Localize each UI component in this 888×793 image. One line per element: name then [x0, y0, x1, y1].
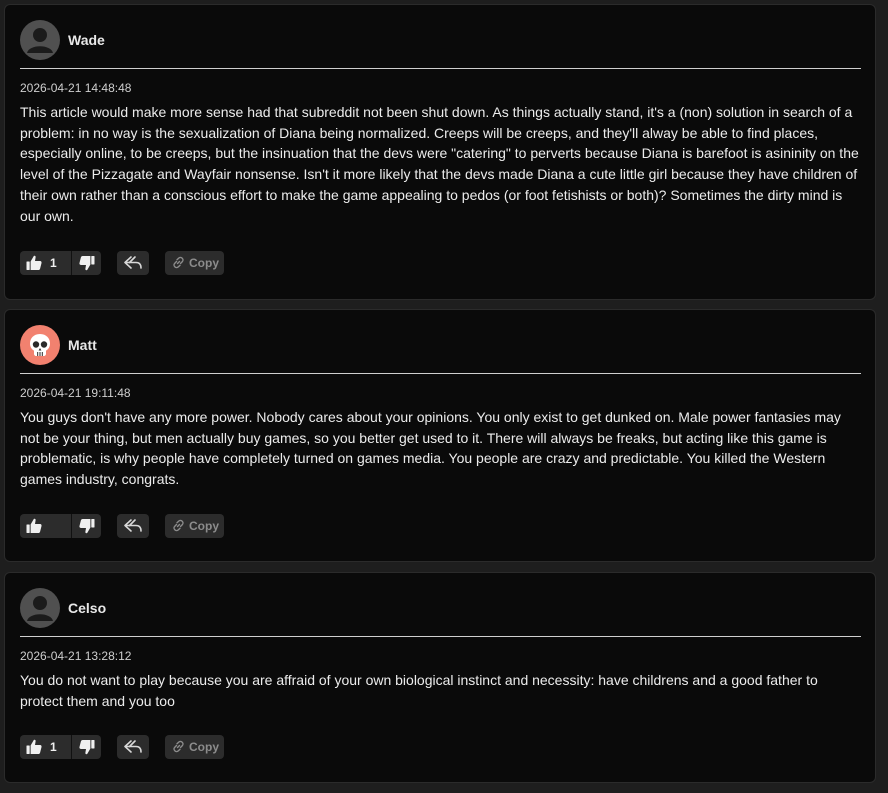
reply-button[interactable] — [117, 735, 149, 759]
comment-username[interactable]: Celso — [68, 600, 106, 616]
thumbs-down-icon — [79, 255, 95, 275]
copy-button[interactable]: Copy — [165, 251, 224, 275]
comment-divider — [20, 68, 861, 69]
upvote-button[interactable]: 1 — [20, 735, 71, 759]
reply-icon — [123, 738, 143, 761]
reply-button[interactable] — [117, 251, 149, 275]
comment-divider — [20, 636, 861, 637]
downvote-button[interactable] — [72, 735, 101, 759]
link-icon — [172, 740, 185, 758]
comment-text: This article would make more sense had t… — [20, 104, 859, 224]
copy-label: Copy — [189, 256, 219, 270]
thumbs-down-icon — [79, 739, 95, 759]
copy-label: Copy — [189, 519, 219, 533]
downvote-button[interactable] — [72, 514, 101, 538]
vote-group: 1 — [20, 251, 101, 275]
reply-icon — [123, 254, 143, 277]
default-avatar-icon[interactable] — [20, 588, 60, 628]
comment-username[interactable]: Wade — [68, 32, 105, 48]
comment-timestamp: 2026-04-21 19:11:48 — [20, 386, 131, 400]
like-count: 1 — [50, 256, 57, 270]
like-count: 1 — [50, 740, 57, 754]
link-icon — [172, 519, 185, 537]
thumbs-up-icon — [26, 739, 42, 759]
skull-avatar-icon[interactable] — [20, 325, 60, 365]
comment-text: You guys don't have any more power. Nobo… — [20, 409, 841, 488]
copy-button[interactable]: Copy — [165, 735, 224, 759]
comment-card: Wade 2026-04-21 14:48:48 This article wo… — [4, 4, 876, 300]
comment-timestamp: 2026-04-21 14:48:48 — [20, 81, 132, 95]
upvote-button[interactable] — [20, 514, 71, 538]
vote-group: 1 — [20, 735, 101, 759]
comment-card: Matt 2026-04-21 19:11:48 You guys don't … — [4, 309, 876, 562]
reply-button[interactable] — [117, 514, 149, 538]
thumbs-up-icon — [26, 255, 42, 275]
comment-username[interactable]: Matt — [68, 337, 97, 353]
downvote-button[interactable] — [72, 251, 101, 275]
thumbs-up-icon — [26, 518, 42, 538]
copy-label: Copy — [189, 740, 219, 754]
thumbs-down-icon — [79, 518, 95, 538]
upvote-button[interactable]: 1 — [20, 251, 71, 275]
link-icon — [172, 256, 185, 274]
comment-timestamp: 2026-04-21 13:28:12 — [20, 649, 132, 663]
default-avatar-icon[interactable] — [20, 20, 60, 60]
comment-card: Celso 2026-04-21 13:28:12 You do not wan… — [4, 572, 876, 783]
comment-text: You do not want to play because you are … — [20, 672, 818, 709]
vote-group — [20, 514, 101, 538]
copy-button[interactable]: Copy — [165, 514, 224, 538]
reply-icon — [123, 517, 143, 540]
comment-divider — [20, 373, 861, 374]
